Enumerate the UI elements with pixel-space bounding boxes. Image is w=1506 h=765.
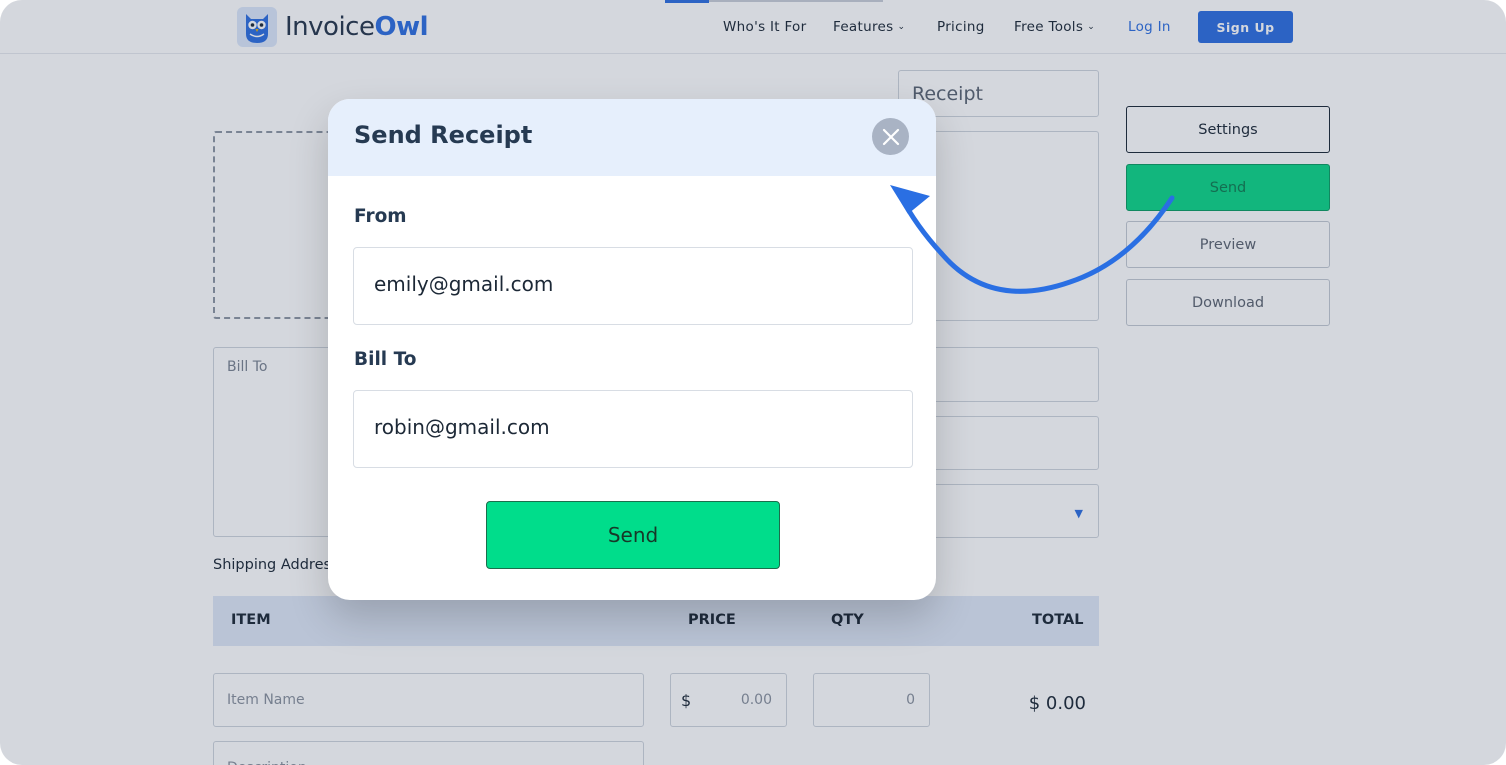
bill-to-email-input[interactable]: robin@gmail.com [353, 390, 913, 468]
modal-header: Send Receipt [328, 99, 936, 176]
modal-title: Send Receipt [354, 121, 533, 149]
bill-to-label: Bill To [354, 349, 417, 370]
app-window: InvoiceOwl Who's It For Features ⌄ Prici… [0, 0, 1506, 765]
curved-arrow-icon [890, 185, 1175, 294]
send-receipt-modal: Send Receipt From emily@gmail.com Bill T… [328, 99, 936, 600]
from-email-input[interactable]: emily@gmail.com [353, 247, 913, 325]
modal-send-button[interactable]: Send [486, 501, 780, 569]
close-icon [882, 128, 899, 145]
close-button[interactable] [872, 118, 909, 155]
from-label: From [354, 206, 407, 227]
